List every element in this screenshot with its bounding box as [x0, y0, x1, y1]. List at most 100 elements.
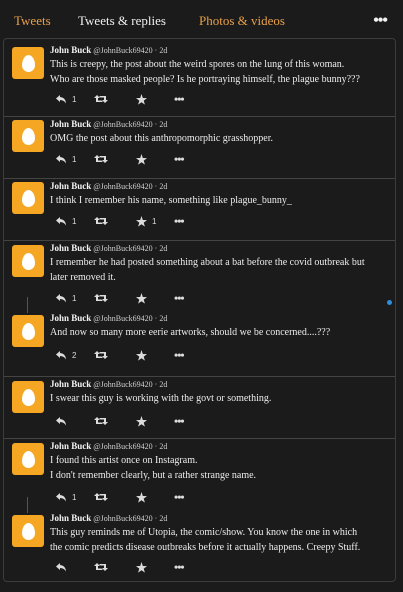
egg-icon: [21, 127, 35, 145]
avatar[interactable]: [12, 182, 44, 214]
reply-button[interactable]: 1: [56, 93, 76, 105]
star-icon: [136, 153, 147, 165]
author-handle[interactable]: @JohnBuck69420: [93, 514, 152, 523]
tweet[interactable]: John Buck @JohnBuck69420 · 2d I remember…: [4, 241, 395, 308]
more-icon[interactable]: •••: [174, 348, 185, 362]
retweet-button[interactable]: [94, 93, 113, 105]
reply-icon: [56, 562, 66, 571]
tab-photos-and-videos[interactable]: Photos & videos: [199, 13, 285, 29]
like-button[interactable]: [136, 93, 152, 105]
reply-icon: [56, 416, 66, 425]
author-name[interactable]: John Buck: [50, 379, 91, 389]
tweet-text: I found this artist once on Instagram. I …: [50, 453, 390, 483]
reply-count: 1: [72, 492, 77, 502]
tab-tweets-and-replies[interactable]: Tweets & replies: [78, 13, 166, 29]
tweet[interactable]: John Buck @JohnBuck69420 · 2d This is cr…: [4, 43, 395, 109]
like-button[interactable]: [136, 349, 152, 361]
reply-icon: [56, 216, 66, 225]
tweet-time[interactable]: · 2d: [155, 244, 168, 253]
author-handle[interactable]: @JohnBuck69420: [93, 182, 152, 191]
more-icon[interactable]: •••: [174, 414, 185, 428]
tweet[interactable]: John Buck @JohnBuck69420 · 2d I swear th…: [4, 377, 395, 431]
retweet-icon: [94, 294, 108, 302]
tweet-header: John Buck @JohnBuck69420 · 2d: [50, 243, 167, 253]
more-icon[interactable]: •••: [174, 214, 185, 228]
star-icon: [136, 415, 147, 427]
author-handle[interactable]: @JohnBuck69420: [93, 442, 152, 451]
star-icon: [136, 292, 147, 304]
reply-button[interactable]: 1: [56, 491, 76, 503]
avatar[interactable]: [12, 515, 44, 547]
author-name[interactable]: John Buck: [50, 313, 91, 323]
author-handle[interactable]: @JohnBuck69420: [93, 46, 152, 55]
tweet-text-line: This is creepy, the post about the weird…: [50, 59, 345, 70]
more-icon[interactable]: •••: [174, 92, 185, 106]
retweet-button[interactable]: [94, 215, 113, 227]
tweet-time[interactable]: · 2d: [155, 314, 168, 323]
author-name[interactable]: John Buck: [50, 513, 91, 523]
tweet-actions: 2 •••: [54, 348, 204, 362]
author-name[interactable]: John Buck: [50, 119, 91, 129]
author-name[interactable]: John Buck: [50, 181, 91, 191]
tweet-time[interactable]: · 2d: [155, 120, 168, 129]
reply-count: 1: [72, 154, 77, 164]
more-icon[interactable]: •••: [174, 490, 185, 504]
like-button[interactable]: [136, 415, 152, 427]
retweet-button[interactable]: [94, 292, 113, 304]
author-name[interactable]: John Buck: [50, 45, 91, 55]
avatar[interactable]: [12, 315, 44, 347]
tweet-actions: 1 •••: [54, 92, 204, 106]
avatar[interactable]: [12, 47, 44, 79]
like-button[interactable]: [136, 561, 152, 573]
tweet[interactable]: John Buck @JohnBuck69420 · 2d And now so…: [4, 311, 395, 365]
tweet[interactable]: John Buck @JohnBuck69420 · 2d I think I …: [4, 179, 395, 231]
tweet-text: And now so many more eerie artworks, sho…: [50, 325, 390, 340]
tweet-time[interactable]: · 2d: [155, 182, 168, 191]
tweet-text-line: I don't remember clearly, but a rather s…: [50, 470, 257, 481]
author-name[interactable]: John Buck: [50, 441, 91, 451]
tweet[interactable]: John Buck @JohnBuck69420 · 2d I found th…: [4, 439, 395, 507]
more-icon[interactable]: •••: [174, 152, 185, 166]
tweet-time[interactable]: · 2d: [155, 514, 168, 523]
tweet-header: John Buck @JohnBuck69420 · 2d: [50, 119, 167, 129]
more-icon[interactable]: •••: [174, 291, 185, 305]
reply-button[interactable]: 1: [56, 292, 76, 304]
tweet-time[interactable]: · 2d: [155, 380, 168, 389]
star-icon: [136, 215, 147, 227]
like-count: 1: [152, 216, 157, 226]
retweet-button[interactable]: [94, 349, 113, 361]
avatar[interactable]: [12, 245, 44, 277]
more-options-icon[interactable]: •••: [373, 12, 388, 30]
tweet-time[interactable]: · 2d: [155, 46, 168, 55]
like-button[interactable]: [136, 292, 152, 304]
reply-button[interactable]: 1: [56, 215, 76, 227]
retweet-button[interactable]: [94, 491, 113, 503]
tweet-text-line: I swear this guy is working with the gov…: [50, 393, 272, 404]
tweet[interactable]: John Buck @JohnBuck69420 · 2d This guy r…: [4, 511, 395, 577]
retweet-button[interactable]: [94, 561, 113, 573]
tweet-text-line: I remember he had posted something about…: [50, 257, 365, 268]
tweet-time[interactable]: · 2d: [155, 442, 168, 451]
like-button[interactable]: [136, 153, 152, 165]
tab-tweets[interactable]: Tweets: [14, 13, 51, 29]
avatar[interactable]: [12, 381, 44, 413]
like-button[interactable]: [136, 491, 152, 503]
author-handle[interactable]: @JohnBuck69420: [93, 314, 152, 323]
reply-button[interactable]: 2: [56, 349, 76, 361]
author-handle[interactable]: @JohnBuck69420: [93, 244, 152, 253]
retweet-button[interactable]: [94, 415, 113, 427]
author-handle[interactable]: @JohnBuck69420: [93, 120, 152, 129]
like-button[interactable]: 1: [136, 215, 156, 227]
reply-button[interactable]: 1: [56, 153, 76, 165]
avatar[interactable]: [12, 443, 44, 475]
avatar[interactable]: [12, 120, 44, 152]
more-icon[interactable]: •••: [174, 560, 185, 574]
egg-icon: [21, 522, 35, 540]
tweet[interactable]: John Buck @JohnBuck69420 · 2d OMG the po…: [4, 117, 395, 169]
author-name[interactable]: John Buck: [50, 243, 91, 253]
reply-button[interactable]: [56, 561, 72, 573]
author-handle[interactable]: @JohnBuck69420: [93, 380, 152, 389]
reply-button[interactable]: [56, 415, 72, 427]
tweet-feed[interactable]: John Buck @JohnBuck69420 · 2d This is cr…: [3, 38, 396, 582]
retweet-button[interactable]: [94, 153, 113, 165]
